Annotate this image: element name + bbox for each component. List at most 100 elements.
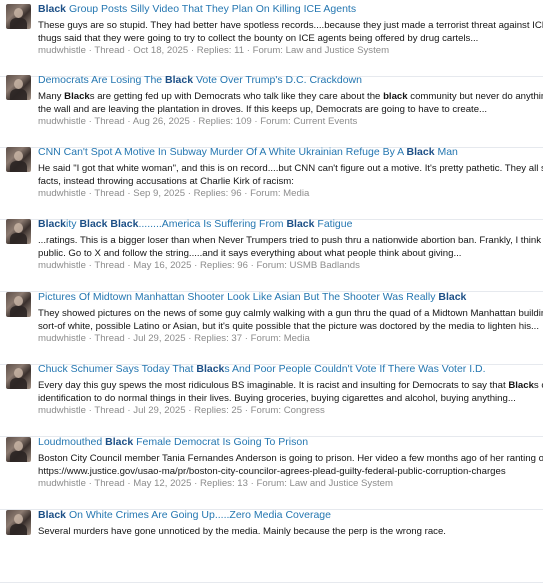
avatar[interactable] xyxy=(6,364,31,389)
avatar[interactable] xyxy=(6,510,31,535)
forum-link[interactable]: Forum: Law and Justice System xyxy=(253,45,390,56)
snippet-line: Every day this guy spews the most ridicu… xyxy=(38,380,543,391)
content-type: Thread xyxy=(94,45,125,56)
result-title-link[interactable]: Black Group Posts Silly Video That They … xyxy=(38,4,356,16)
result-meta: mudwhistle · Thread · Jul 29, 2025 · Rep… xyxy=(38,332,310,345)
snippet-line: ...ratings. This is a bigger loser than … xyxy=(38,235,543,246)
meta-separator: · xyxy=(247,478,257,489)
avatar-body xyxy=(10,18,27,29)
snippet-line: Several murders have gone unnoticed by t… xyxy=(38,526,446,537)
avatar-body xyxy=(10,524,27,535)
result-snippet: Every day this guy spews the most ridicu… xyxy=(38,379,543,405)
title-text: Vote Over Trump's D.C. Crackdown xyxy=(193,75,362,86)
forum-link[interactable]: Forum: Media xyxy=(250,188,309,199)
title-text: Loudmouthed xyxy=(38,437,106,448)
post-date: May 16, 2025 xyxy=(133,260,192,271)
post-date: Jul 29, 2025 xyxy=(133,333,186,344)
forum-link[interactable]: Forum: Current Events xyxy=(260,116,357,127)
avatar-face xyxy=(14,441,23,451)
search-result-item: Black On White Crimes Are Going Up.....Z… xyxy=(0,510,543,583)
avatar-face xyxy=(14,151,23,161)
forum-link[interactable]: Forum: Media xyxy=(251,333,310,344)
title-text: ity xyxy=(66,219,80,230)
search-result-item: Chuck Schumer Says Today That Blacks And… xyxy=(0,364,543,437)
reply-count: Replies: 96 xyxy=(193,188,242,199)
meta-separator: · xyxy=(185,333,195,344)
result-meta: mudwhistle · Thread · Aug 26, 2025 · Rep… xyxy=(38,115,357,128)
author-link[interactable]: mudwhistle xyxy=(38,260,86,271)
author-link[interactable]: mudwhistle xyxy=(38,116,86,127)
result-meta: mudwhistle · Thread · Oct 18, 2025 · Rep… xyxy=(38,44,389,57)
avatar-body xyxy=(10,89,27,100)
title-highlight-term: Black xyxy=(196,364,225,375)
title-highlight-term: Black xyxy=(79,219,108,230)
result-title-link[interactable]: Chuck Schumer Says Today That Blacks And… xyxy=(38,364,486,376)
result-title-link[interactable]: Democrats Are Losing The Black Vote Over… xyxy=(38,75,362,87)
author-link[interactable]: mudwhistle xyxy=(38,478,86,489)
avatar-face xyxy=(14,368,23,378)
snippet-line: He said "I got that white woman", and th… xyxy=(38,163,543,174)
post-date: Sep 9, 2025 xyxy=(133,188,186,199)
search-result-item: Loudmouthed Black Female Democrat Is Goi… xyxy=(0,437,543,510)
forum-link[interactable]: Forum: Congress xyxy=(251,405,325,416)
result-title-link[interactable]: Black On White Crimes Are Going Up.....Z… xyxy=(38,510,331,522)
result-snippet: Boston City Council member Tania Fernand… xyxy=(38,452,543,478)
avatar[interactable] xyxy=(6,292,31,317)
title-text: Pictures Of Midtown Manhattan Shooter Lo… xyxy=(38,292,439,303)
author-link[interactable]: mudwhistle xyxy=(38,188,86,199)
result-snippet: These guys are so stupid. They had bette… xyxy=(38,19,543,45)
content-type: Thread xyxy=(94,116,125,127)
snippet-line: These guys are so stupid. They had bette… xyxy=(38,20,543,31)
title-highlight-term: Black xyxy=(38,510,67,521)
forum-link[interactable]: Forum: USMB Badlands xyxy=(257,260,360,271)
avatar-face xyxy=(14,8,23,18)
result-title-link[interactable]: Blackity Black Black........America Is S… xyxy=(38,219,352,231)
avatar[interactable] xyxy=(6,219,31,244)
title-highlight-term: Black xyxy=(406,147,435,158)
search-result-item: Black Group Posts Silly Video That They … xyxy=(0,4,543,77)
meta-separator: · xyxy=(244,45,253,56)
search-result-item: CNN Can't Spot A Motive In Subway Murder… xyxy=(0,147,543,220)
avatar[interactable] xyxy=(6,4,31,29)
result-title-link[interactable]: CNN Can't Spot A Motive In Subway Murder… xyxy=(38,147,458,159)
result-title-link[interactable]: Pictures Of Midtown Manhattan Shooter Lo… xyxy=(38,292,466,304)
result-meta: mudwhistle · Thread · May 12, 2025 · Rep… xyxy=(38,477,393,490)
avatar-face xyxy=(14,296,23,306)
title-text: Female Democrat Is Going To Prison xyxy=(133,437,309,448)
author-link[interactable]: mudwhistle xyxy=(38,333,86,344)
post-date: Oct 18, 2025 xyxy=(133,45,189,56)
post-date: Jul 29, 2025 xyxy=(133,405,186,416)
meta-separator: · xyxy=(185,188,194,199)
title-highlight-term: Black xyxy=(110,219,139,230)
forum-link[interactable]: Forum: Law and Justice System xyxy=(257,478,394,489)
title-highlight-term: Black xyxy=(38,4,67,15)
meta-separator: · xyxy=(251,116,261,127)
result-title-link[interactable]: Loudmouthed Black Female Democrat Is Goi… xyxy=(38,437,308,449)
title-text: Chuck Schumer Says Today That xyxy=(38,364,197,375)
content-type: Thread xyxy=(94,188,125,199)
title-highlight-term: Black xyxy=(438,292,467,303)
author-link[interactable]: mudwhistle xyxy=(38,405,86,416)
avatar-body xyxy=(10,306,27,317)
reply-count: Replies: 25 xyxy=(194,405,243,416)
meta-separator: · xyxy=(242,405,251,416)
author-link[interactable]: mudwhistle xyxy=(38,45,86,56)
search-result-item: Pictures Of Midtown Manhattan Shooter Lo… xyxy=(0,292,543,365)
title-text: Group Posts Silly Video That They Plan O… xyxy=(66,4,357,15)
reply-count: Replies: 96 xyxy=(199,260,248,271)
meta-separator: · xyxy=(241,188,251,199)
avatar[interactable] xyxy=(6,437,31,462)
avatar[interactable] xyxy=(6,147,31,172)
meta-separator: · xyxy=(242,333,251,344)
result-snippet: ...ratings. This is a bigger loser than … xyxy=(38,234,543,260)
avatar-body xyxy=(10,161,27,172)
reply-count: Replies: 11 xyxy=(196,45,245,56)
reply-count: Replies: 13 xyxy=(199,478,248,489)
highlight-term: Black xyxy=(508,380,534,391)
result-meta: mudwhistle · Thread · Jul 29, 2025 · Rep… xyxy=(38,404,325,417)
search-result-item: Blackity Black Black........America Is S… xyxy=(0,219,543,292)
meta-separator: · xyxy=(247,260,257,271)
avatar[interactable] xyxy=(6,75,31,100)
content-type: Thread xyxy=(94,405,125,416)
content-type: Thread xyxy=(94,478,125,489)
